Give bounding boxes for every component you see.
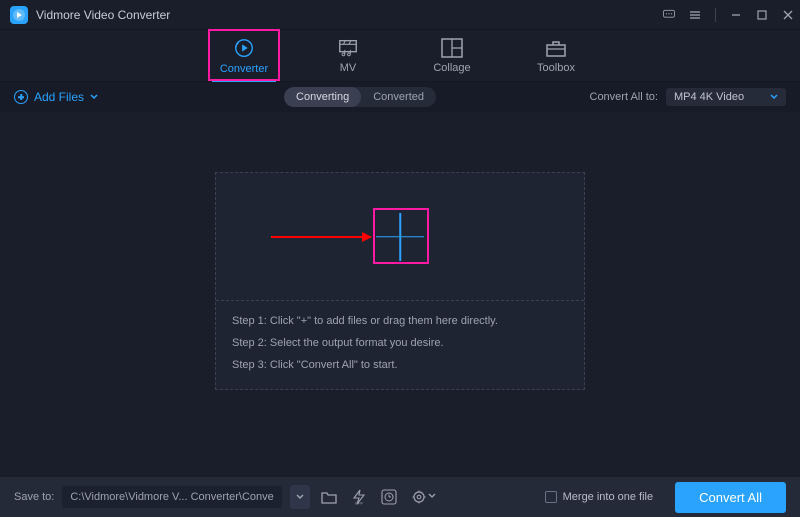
annotation-arrow <box>271 236 371 238</box>
tab-mv-label: MV <box>340 62 357 74</box>
subtab-converting[interactable]: Converting <box>284 87 361 107</box>
plus-circle-icon <box>14 90 28 104</box>
save-path-input[interactable] <box>62 486 282 508</box>
step-2: Step 2: Select the output format you des… <box>232 337 568 349</box>
tab-toolbox-label: Toolbox <box>537 62 575 74</box>
output-format-dropdown[interactable]: MP4 4K Video <box>666 88 786 106</box>
dropzone-instructions: Step 1: Click "+" to add files or drag t… <box>216 301 584 389</box>
tab-converter[interactable]: Converter <box>212 31 276 81</box>
output-format-value: MP4 4K Video <box>674 91 744 103</box>
save-path-dropdown[interactable] <box>290 485 310 509</box>
tab-toolbox[interactable]: Toolbox <box>524 31 588 81</box>
collage-icon <box>441 38 463 58</box>
save-to-label: Save to: <box>14 491 54 503</box>
app-title: Vidmore Video Converter <box>36 8 170 22</box>
maximize-button[interactable] <box>756 9 768 21</box>
settings-button[interactable] <box>408 486 440 508</box>
tab-collage[interactable]: Collage <box>420 31 484 81</box>
subtab-converted[interactable]: Converted <box>361 87 436 107</box>
svg-text:OFF: OFF <box>355 501 364 506</box>
add-files-button[interactable]: Add Files <box>14 90 98 104</box>
chevron-down-icon <box>90 93 98 101</box>
converter-icon <box>233 37 255 59</box>
titlebar-left: Vidmore Video Converter <box>10 6 170 24</box>
convert-all-button[interactable]: Convert All <box>675 482 786 513</box>
step-3: Step 3: Click "Convert All" to start. <box>232 359 568 371</box>
menu-icon[interactable] <box>689 9 701 21</box>
add-files-plus-icon[interactable] <box>376 213 424 261</box>
app-logo <box>10 6 28 24</box>
main-tabs: Converter MV Collage Toolbox <box>0 30 800 82</box>
mv-icon <box>337 38 359 58</box>
convert-all-to-label: Convert All to: <box>590 91 658 103</box>
close-button[interactable] <box>782 9 794 21</box>
footer: Save to: OFF Merge into one file Convert… <box>0 477 800 517</box>
toolbox-icon <box>545 38 567 58</box>
convert-all-to: Convert All to: MP4 4K Video <box>590 88 786 106</box>
chevron-down-icon <box>770 93 778 101</box>
checkbox-icon <box>545 491 557 503</box>
dropzone: Step 1: Click "+" to add files or drag t… <box>215 172 585 390</box>
workspace: Step 1: Click "+" to add files or drag t… <box>0 112 800 482</box>
merge-checkbox[interactable]: Merge into one file <box>545 491 654 503</box>
tab-collage-label: Collage <box>433 62 470 74</box>
tab-underline <box>212 80 276 82</box>
tab-mv[interactable]: MV <box>316 31 380 81</box>
open-folder-button[interactable] <box>318 486 340 508</box>
step-1: Step 1: Click "+" to add files or drag t… <box>232 315 568 327</box>
titlebar-right <box>663 8 794 22</box>
minimize-button[interactable] <box>730 9 742 21</box>
task-schedule-button[interactable] <box>378 486 400 508</box>
feedback-icon[interactable] <box>663 9 675 21</box>
separator <box>715 8 716 22</box>
merge-label: Merge into one file <box>563 491 654 503</box>
tab-converter-label: Converter <box>220 63 268 75</box>
titlebar: Vidmore Video Converter <box>0 0 800 30</box>
dropzone-top[interactable] <box>216 173 584 301</box>
subtabs: Converting Converted <box>284 87 436 107</box>
hardware-accel-button[interactable]: OFF <box>348 486 370 508</box>
add-files-label: Add Files <box>34 90 84 104</box>
toolbar: Add Files Converting Converted Convert A… <box>0 82 800 112</box>
